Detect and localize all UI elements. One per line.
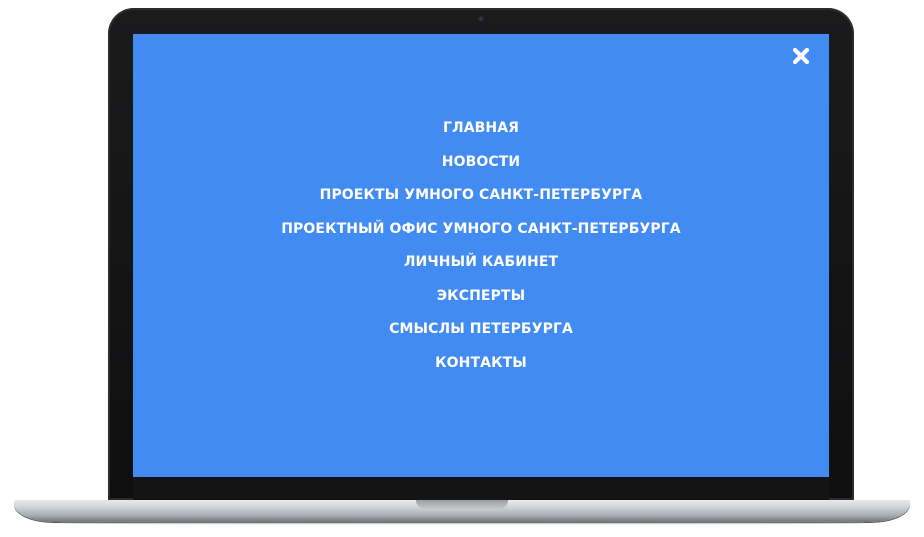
camera-icon: [478, 16, 485, 23]
nav-item-home: ГЛАВНАЯ: [133, 117, 829, 151]
nav-item-contacts: КОНТАКТЫ: [133, 352, 829, 386]
nav-item-account: ЛИЧНЫЙ КАБИНЕТ: [133, 251, 829, 285]
nav-link-projects[interactable]: ПРОЕКТЫ УМНОГО САНКТ-ПЕТЕРБУРГА: [320, 187, 643, 203]
lid-chin: [133, 477, 829, 500]
base-notch: [416, 500, 508, 509]
nav-link-home[interactable]: ГЛАВНАЯ: [443, 120, 519, 136]
nav-link-meanings[interactable]: СМЫСЛЫ ПЕТЕРБУРГА: [389, 321, 573, 337]
close-button[interactable]: [789, 44, 813, 68]
nav-item-project-office: ПРОЕКТНЫЙ ОФИС УМНОГО САНКТ-ПЕТЕРБУРГА: [133, 218, 829, 252]
nav-link-news[interactable]: НОВОСТИ: [442, 154, 520, 170]
nav-link-account[interactable]: ЛИЧНЫЙ КАБИНЕТ: [404, 254, 558, 270]
menu-overlay: ГЛАВНАЯ НОВОСТИ ПРОЕКТЫ УМНОГО САНКТ-ПЕТ…: [133, 34, 829, 477]
nav-menu: ГЛАВНАЯ НОВОСТИ ПРОЕКТЫ УМНОГО САНКТ-ПЕТ…: [133, 117, 829, 385]
nav-item-news: НОВОСТИ: [133, 151, 829, 185]
close-icon: [792, 47, 810, 65]
nav-item-meanings: СМЫСЛЫ ПЕТЕРБУРГА: [133, 318, 829, 352]
nav-item-experts: ЭКСПЕРТЫ: [133, 285, 829, 319]
laptop-mockup: ГЛАВНАЯ НОВОСТИ ПРОЕКТЫ УМНОГО САНКТ-ПЕТ…: [0, 0, 924, 537]
nav-item-projects: ПРОЕКТЫ УМНОГО САНКТ-ПЕТЕРБУРГА: [133, 184, 829, 218]
base-shadow: [60, 521, 864, 525]
nav-link-contacts[interactable]: КОНТАКТЫ: [435, 355, 527, 371]
nav-link-experts[interactable]: ЭКСПЕРТЫ: [437, 288, 525, 304]
nav-link-project-office[interactable]: ПРОЕКТНЫЙ ОФИС УМНОГО САНКТ-ПЕТЕРБУРГА: [281, 221, 681, 237]
